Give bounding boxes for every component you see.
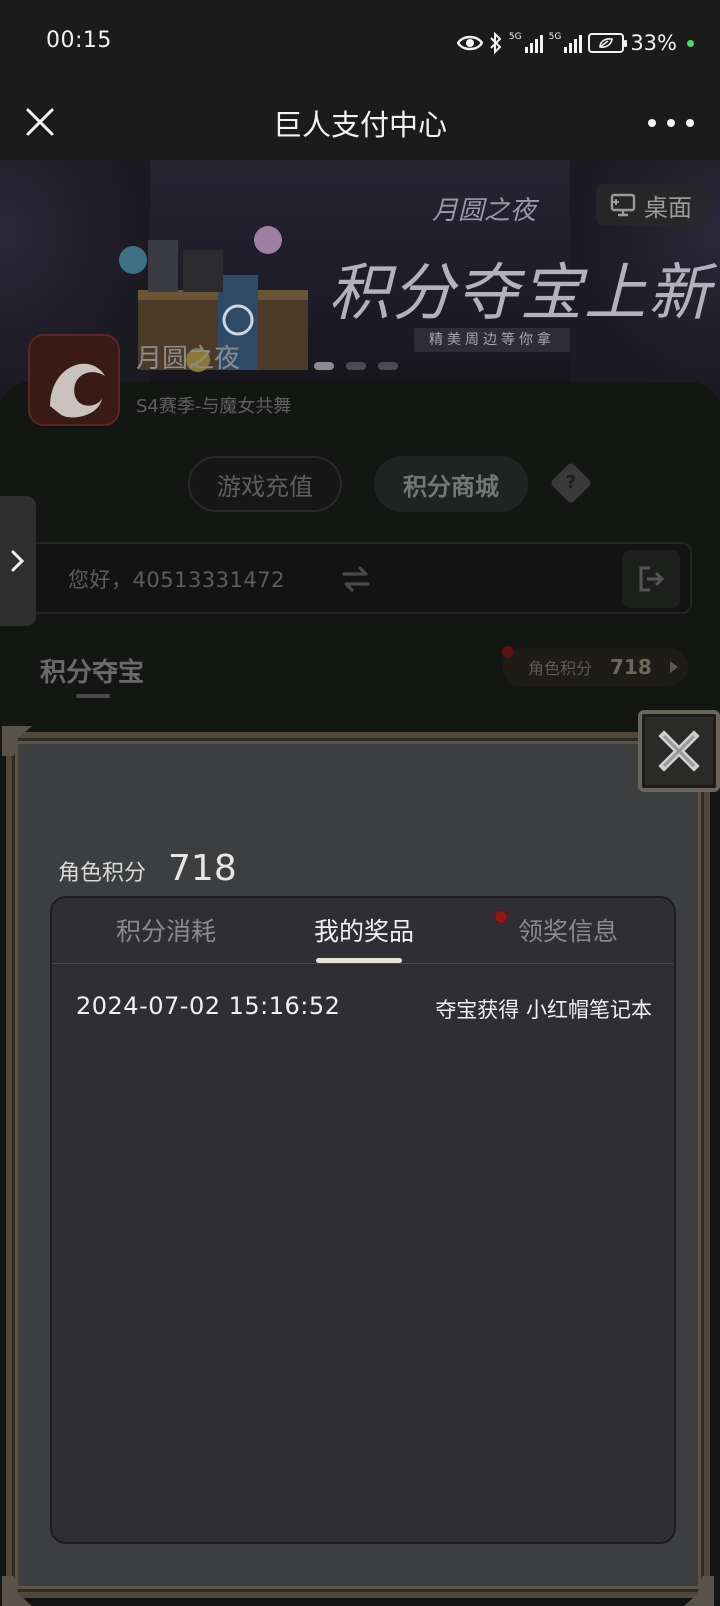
carousel-dot[interactable] [346, 362, 366, 370]
list-item: 2024-07-02 15:16:52 夺宝获得 小红帽笔记本 [76, 992, 652, 1024]
tab-my-prizes[interactable]: 我的奖品 [274, 912, 454, 952]
carousel-dot[interactable] [378, 362, 398, 370]
close-icon [658, 730, 700, 772]
game-name: 月圆之夜 [136, 344, 241, 374]
banner-subline: 精美周边等你拿 [414, 328, 570, 352]
banner-headline: 积分夺宝上新 [328, 256, 713, 329]
record-time: 2024-07-02 15:16:52 [76, 992, 341, 1020]
section-title: 积分夺宝 [40, 658, 145, 688]
active-tab-indicator [316, 958, 402, 963]
switch-account-icon[interactable] [340, 564, 372, 594]
signal-icon-2: 5G [549, 33, 583, 53]
account-bar: 您好，40513331472 [30, 542, 692, 614]
record-panel: 积分消耗 我的奖品 领奖信息 2024-07-02 15:16:52 夺宝获得 … [50, 896, 676, 1544]
game-icon [28, 334, 120, 426]
more-icon[interactable] [648, 106, 694, 140]
chevron-right-icon [669, 661, 678, 673]
modal-points-value: 718 [168, 848, 237, 889]
frame-corner [2, 1576, 32, 1606]
battery-icon [588, 33, 628, 53]
battery-percent: 33% [630, 31, 677, 55]
status-bar: 00:15 5G 5G 33% [0, 0, 720, 86]
bluetooth-icon [489, 32, 503, 54]
desktop-icon [610, 193, 636, 217]
modal-points: 角色积分 718 [58, 848, 237, 889]
game-season: S4赛季-与魔女共舞 [136, 396, 292, 417]
record-tabs: 积分消耗 我的奖品 领奖信息 [52, 898, 674, 964]
page-title: 巨人支付中心 [272, 108, 447, 142]
logout-icon [639, 566, 665, 592]
notification-dot [494, 910, 508, 924]
status-time: 00:15 [46, 28, 112, 53]
privacy-dot [687, 39, 694, 47]
carousel-dots [314, 362, 398, 370]
tab-points-spending[interactable]: 积分消耗 [76, 912, 256, 952]
notification-dot [502, 646, 514, 658]
side-drawer-toggle[interactable] [0, 496, 36, 626]
chevron-right-icon [11, 550, 25, 572]
signal-icon: 5G [509, 33, 543, 53]
tab-game-recharge[interactable]: 游戏充值 [188, 456, 342, 512]
title-bar: 巨人支付中心 [0, 86, 720, 160]
tab-points-shop[interactable]: 积分商城 [374, 456, 528, 512]
modal-close-button[interactable] [638, 710, 720, 792]
section-underline [76, 694, 110, 698]
status-icons: 5G 5G 33% [456, 26, 694, 60]
modal-points-label: 角色积分 [58, 861, 147, 886]
record-description: 夺宝获得 小红帽笔记本 [435, 998, 652, 1022]
banner-logo: 月圆之夜 [432, 196, 537, 226]
points-chip-label: 角色积分 [528, 659, 593, 678]
desktop-label: 桌面 [644, 193, 692, 222]
eye-icon [456, 34, 483, 52]
points-chip-value: 718 [610, 655, 652, 679]
greeting-text: 您好，40513331472 [68, 568, 285, 592]
help-icon[interactable]: ? [549, 461, 593, 505]
add-to-desktop-button[interactable]: 桌面 [596, 184, 706, 226]
logout-button[interactable] [622, 550, 680, 608]
frame-corner [684, 1576, 714, 1606]
points-chip[interactable]: 角色积分 718 [502, 648, 688, 686]
carousel-dot[interactable] [314, 362, 334, 370]
